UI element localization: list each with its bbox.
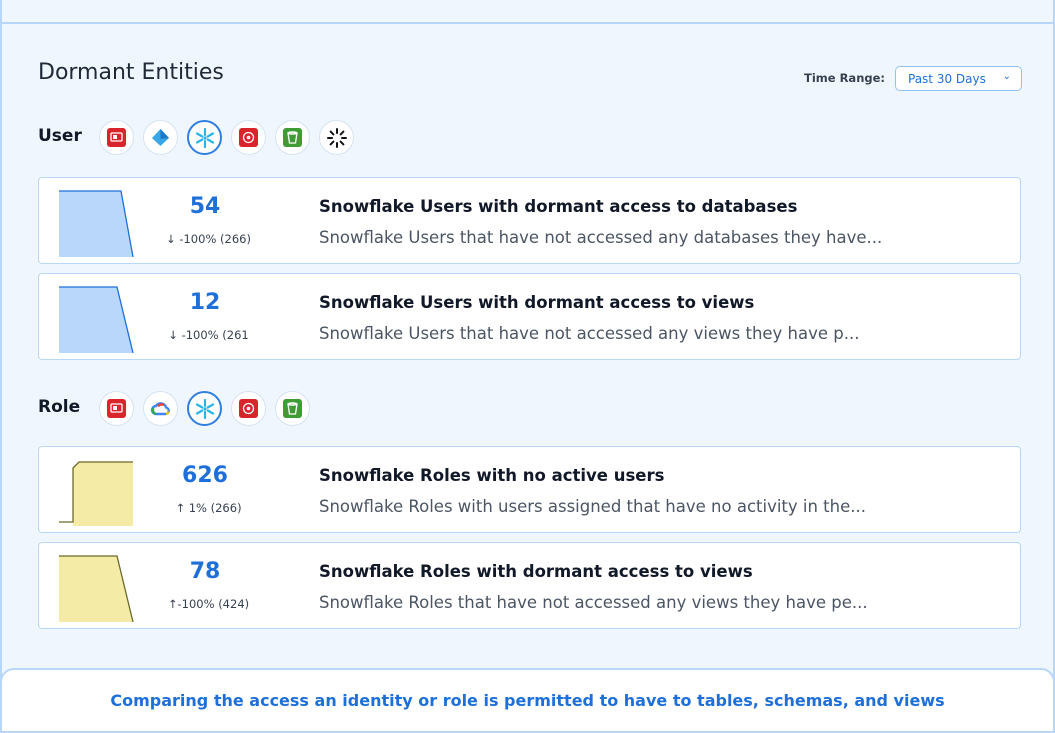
user-source-filters: [99, 120, 354, 155]
card-description: Snowflake Users that have not accessed a…: [319, 324, 860, 343]
time-range-dropdown[interactable]: Past 30 Days ⌄: [895, 66, 1022, 91]
dormant-card-roles-no-users[interactable]: 626 ↑ 1% (266) Snowflake Roles with no a…: [38, 446, 1021, 533]
metric-value: 78: [189, 559, 221, 584]
aws-s3-icon[interactable]: [275, 120, 310, 155]
dormant-card-roles-views[interactable]: 78 ↑-100% (424) Snowflake Roles with dor…: [38, 542, 1021, 629]
metric-delta-text: -100% (424): [177, 597, 250, 611]
dormant-card-users-views[interactable]: 12 ↓ -100% (261 Snowflake Users with dor…: [38, 273, 1021, 360]
section-label-user: User: [38, 126, 82, 146]
card-title: Snowflake Users with dormant access to v…: [319, 293, 755, 312]
arrow-up-icon: ↑: [167, 597, 178, 611]
section-label-role: Role: [38, 397, 81, 417]
sparkline-chart: [59, 555, 134, 622]
arrow-down-icon: ↓: [168, 328, 178, 342]
time-range-label: Time Range:: [804, 71, 886, 85]
aws-iam-icon[interactable]: [231, 120, 266, 155]
card-title: Snowflake Roles with no active users: [319, 466, 665, 485]
google-cloud-icon[interactable]: [143, 391, 178, 426]
role-source-filters: [99, 391, 310, 426]
footer-text: Comparing the access an identity or role…: [110, 691, 945, 710]
oracle-icon[interactable]: [99, 391, 134, 426]
metric-value: 12: [189, 290, 221, 315]
card-description: Snowflake Roles with users assigned that…: [319, 497, 866, 516]
time-range-value: Past 30 Days: [908, 71, 986, 86]
metric-delta-text: -100% (261: [181, 328, 249, 342]
metric-delta: ↓ -100% (261: [151, 328, 266, 342]
metric-delta-text: 1% (266): [188, 501, 242, 515]
aws-s3-icon[interactable]: [275, 391, 310, 426]
oracle-icon[interactable]: [99, 120, 134, 155]
metric-delta: ↑-100% (424): [151, 597, 266, 611]
card-description: Snowflake Roles that have not accessed a…: [319, 593, 868, 612]
sparkline-chart: [59, 190, 134, 257]
dormant-entities-panel: Dormant Entities Time Range: Past 30 Day…: [0, 0, 1055, 680]
snowflake-icon[interactable]: [187, 391, 222, 426]
metric-delta-text: -100% (266): [179, 232, 251, 246]
card-title: Snowflake Roles with dormant access to v…: [319, 562, 753, 581]
arrow-down-icon: ↓: [166, 232, 176, 246]
page-title: Dormant Entities: [38, 60, 224, 85]
footer-banner: Comparing the access an identity or role…: [0, 668, 1055, 733]
snowflake-icon[interactable]: [187, 120, 222, 155]
sparkline-chart: [59, 461, 133, 526]
databricks-icon[interactable]: [319, 120, 354, 155]
metric-delta: ↓ -100% (266): [151, 232, 266, 246]
aws-iam-icon[interactable]: [231, 391, 266, 426]
metric-value: 626: [182, 463, 228, 488]
panel-divider: [2, 22, 1055, 24]
dormant-card-users-databases[interactable]: 54 ↓ -100% (266) Snowflake Users with do…: [38, 177, 1021, 264]
card-title: Snowflake Users with dormant access to d…: [319, 197, 798, 216]
arrow-up-icon: ↑: [175, 501, 186, 515]
metric-value: 54: [189, 194, 221, 219]
card-description: Snowflake Users that have not accessed a…: [319, 228, 883, 247]
azure-icon[interactable]: [143, 120, 178, 155]
chevron-down-icon: ⌄: [1002, 71, 1011, 82]
metric-delta: ↑ 1% (266): [151, 501, 266, 515]
sparkline-chart: [59, 286, 134, 353]
